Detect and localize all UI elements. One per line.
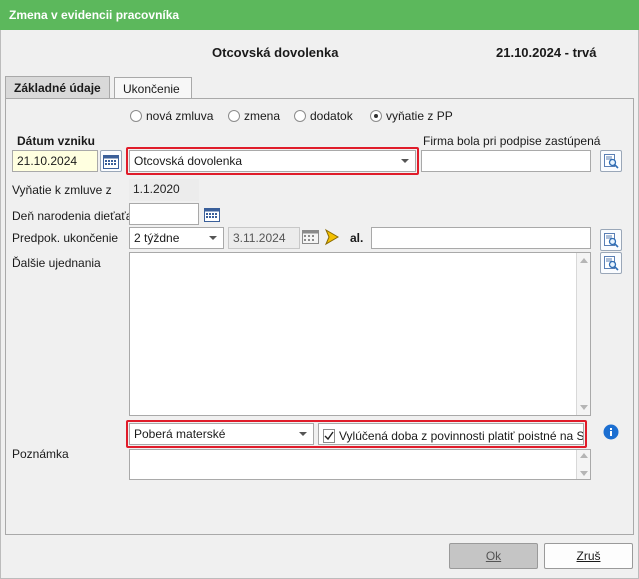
ok-button[interactable]: Ok [449, 543, 538, 569]
chevron-down-icon [209, 236, 217, 240]
search-document-icon [604, 233, 619, 248]
cancel-label: Zruš [576, 549, 601, 563]
radio-label: vyňatie z PP [386, 109, 453, 123]
radio-vynatie-z-pp[interactable]: vyňatie z PP [370, 109, 453, 123]
predpok-label: Predpok. ukončenie [12, 231, 119, 245]
dalsie-ujednania-label: Ďalšie ujednania [12, 256, 101, 270]
typ-zmeny-select[interactable]: Otcovská dovolenka [129, 150, 416, 172]
tab-zakladne-udaje[interactable]: Základné údaje [5, 76, 110, 99]
radio-zmena[interactable]: zmena [228, 109, 280, 123]
firma-input[interactable] [421, 150, 591, 172]
radio-circle[interactable] [228, 110, 240, 122]
vynatie-label: Vyňatie k zmluve z [12, 183, 112, 197]
dalsie-scrollbar[interactable] [576, 253, 590, 415]
firma-label: Firma bola pri podpise zastúpená [423, 134, 601, 148]
al-label: al. [350, 231, 364, 245]
den-narodenia-label: Deň narodenia dieťaťa [12, 209, 133, 223]
ok-label: Ok [485, 549, 502, 563]
scroll-up-icon[interactable] [580, 453, 588, 458]
vylucena-checkbox[interactable] [323, 428, 335, 443]
scroll-down-icon[interactable] [580, 405, 588, 410]
radio-dodatok[interactable]: dodatok [294, 109, 353, 123]
predpok-select-value: 2 týždne [134, 231, 180, 245]
arrow-pointer-icon [324, 228, 339, 246]
materske-select-value: Poberá materské [134, 427, 226, 441]
window-titlebar: Zmena v evidencii pracovníka [0, 0, 639, 30]
predpok-select[interactable]: 2 týždne [129, 227, 224, 249]
radio-label: nová zmluva [146, 109, 214, 123]
poznamka-scrollbar[interactable] [576, 450, 590, 479]
chevron-down-icon [299, 432, 307, 436]
radio-circle[interactable] [294, 110, 306, 122]
predpok-calendar-button[interactable] [302, 229, 320, 248]
al-input[interactable] [371, 227, 591, 249]
calendar-icon [204, 207, 220, 222]
info-button[interactable] [603, 424, 619, 443]
poznamka-textarea[interactable] [129, 449, 591, 480]
scroll-up-icon[interactable] [580, 258, 588, 263]
chevron-down-icon [401, 159, 409, 163]
radio-circle[interactable] [130, 110, 142, 122]
predpok-date-input[interactable]: 3.11.2024 [228, 227, 300, 249]
poznamka-label: Poznámka [12, 447, 69, 461]
dalsie-lookup-button[interactable] [600, 252, 622, 274]
radio-label: dodatok [310, 109, 353, 123]
info-icon [603, 424, 619, 440]
vylucena-checkbox-field[interactable]: Vylúčená doba z povinnosti platiť poistn… [318, 423, 584, 445]
search-document-icon [604, 256, 619, 271]
dalsie-ujednania-textarea[interactable] [129, 252, 591, 416]
calendar-icon [103, 154, 119, 169]
materske-select[interactable]: Poberá materské [129, 423, 314, 445]
den-narodenia-input[interactable] [129, 203, 199, 225]
tab-ukoncenie[interactable]: Ukončenie [114, 77, 192, 99]
record-date-status: 21.10.2024 - trvá [496, 45, 597, 60]
set-date-button[interactable] [323, 228, 341, 249]
vylucena-label: Vylúčená doba z povinnosti platiť poistn… [339, 428, 584, 443]
checkmark-icon [324, 431, 334, 440]
record-title: Otcovská dovolenka [212, 45, 339, 60]
scroll-down-icon[interactable] [580, 471, 588, 476]
radio-circle-selected[interactable] [370, 110, 382, 122]
radio-nova-zmluva[interactable]: nová zmluva [130, 109, 213, 123]
datum-vzniku-input[interactable]: 21.10.2024 [12, 150, 98, 172]
firma-lookup-button[interactable] [600, 150, 622, 172]
search-document-icon [604, 154, 619, 169]
window-title: Zmena v evidencii pracovníka [9, 8, 180, 22]
calendar-button[interactable] [100, 150, 122, 172]
den-narodenia-calendar-button[interactable] [201, 203, 223, 225]
radio-label: zmena [244, 109, 281, 123]
datum-vzniku-label: Dátum vzniku [17, 134, 96, 148]
cancel-button[interactable]: Zruš [544, 543, 633, 569]
vynatie-value: 1.1.2020 [129, 179, 199, 201]
calendar-icon [302, 230, 319, 244]
typ-zmeny-value: Otcovská dovolenka [134, 154, 243, 168]
al-lookup-button[interactable] [600, 229, 622, 251]
